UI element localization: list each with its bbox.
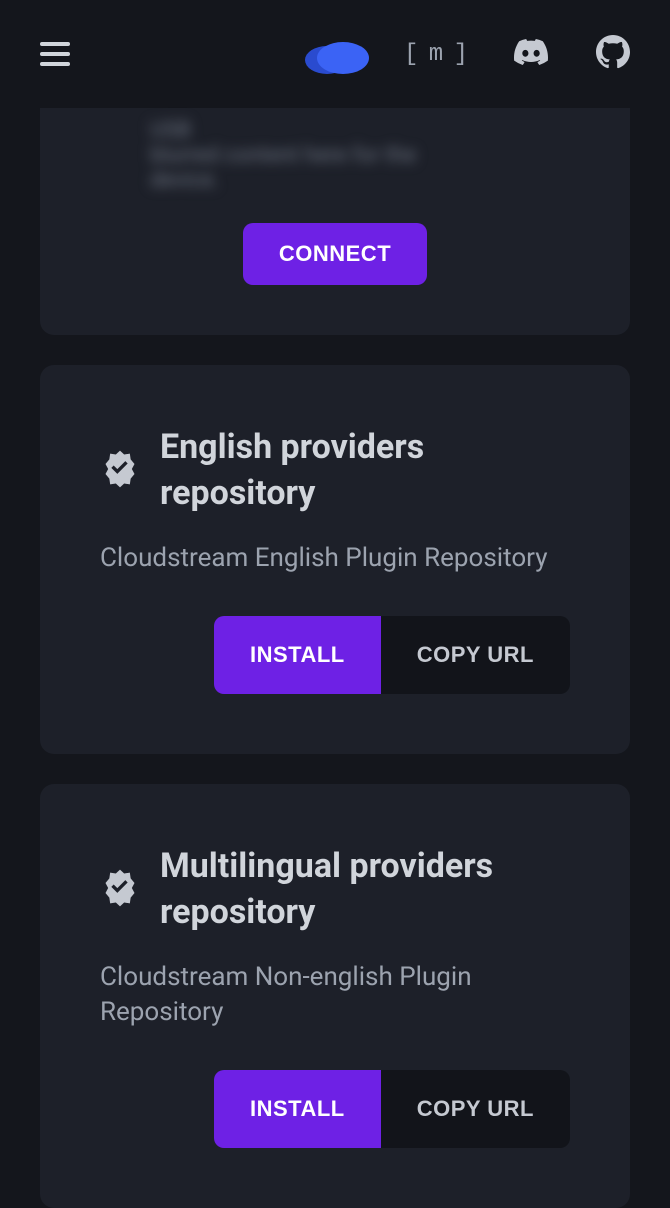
app-header: [ m ] <box>0 0 670 108</box>
copy-url-button[interactable]: COPY URL <box>381 1070 570 1148</box>
github-icon[interactable] <box>596 35 630 73</box>
discord-icon[interactable] <box>514 35 548 73</box>
button-group: INSTALL COPY URL <box>100 1070 570 1148</box>
verified-badge-icon <box>100 449 140 493</box>
connect-button[interactable]: CONNECT <box>243 223 427 285</box>
repo-subtitle: Cloudstream English Plugin Repository <box>100 541 570 576</box>
repo-title: English providers repository <box>160 425 570 517</box>
blurred-description: USB blurred content here for the device. <box>40 118 630 223</box>
repo-title: Multilingual providers repository <box>160 844 570 936</box>
repo-subtitle: Cloudstream Non-english Plugin Repositor… <box>100 960 570 1030</box>
connect-card: USB blurred content here for the device.… <box>40 108 630 335</box>
repo-card-english: English providers repository Cloudstream… <box>40 365 630 754</box>
copy-url-button[interactable]: COPY URL <box>381 616 570 694</box>
repo-card-multilingual: Multilingual providers repository Clouds… <box>40 784 630 1208</box>
cloud-logo-icon[interactable] <box>295 30 375 79</box>
hamburger-menu-icon[interactable] <box>40 42 70 66</box>
verified-badge-icon <box>100 868 140 912</box>
button-group: INSTALL COPY URL <box>100 616 570 694</box>
install-button[interactable]: INSTALL <box>214 616 381 694</box>
install-button[interactable]: INSTALL <box>214 1070 381 1148</box>
matrix-icon[interactable]: [ m ] <box>404 41 466 68</box>
header-right-icons: [ m ] <box>404 35 630 73</box>
